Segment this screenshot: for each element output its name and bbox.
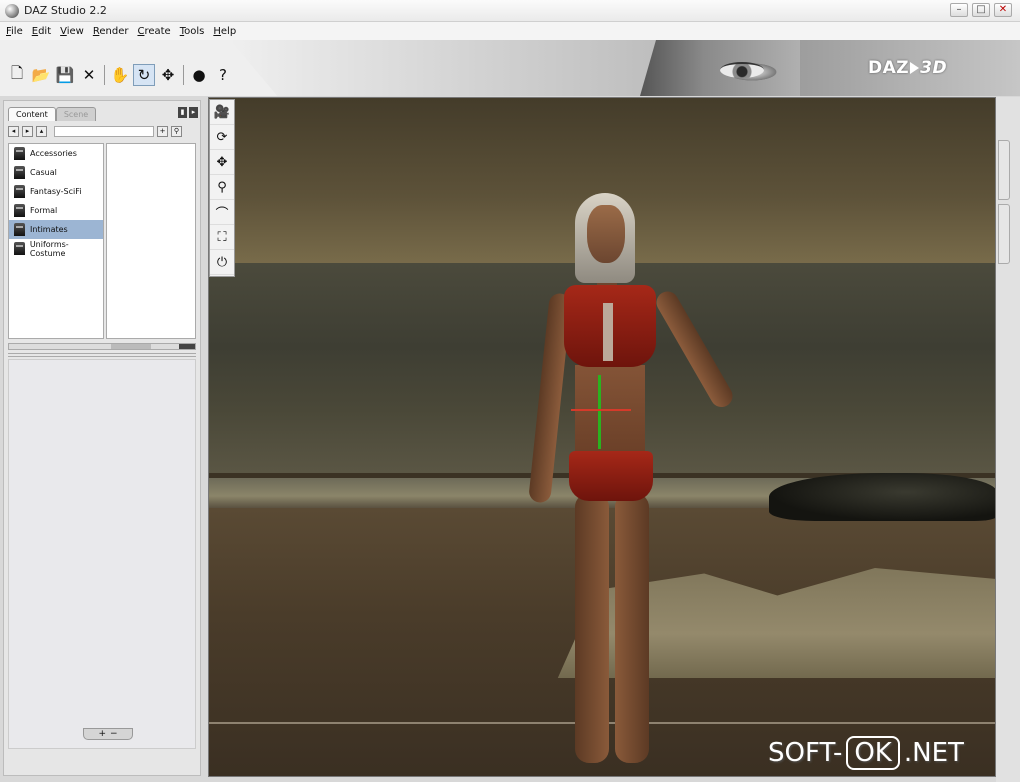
- up-folder-icon[interactable]: ▴: [36, 125, 47, 137]
- camera-icon[interactable]: 🎥: [210, 100, 234, 125]
- back-arrow-icon[interactable]: ◂: [8, 125, 19, 137]
- dolly-icon[interactable]: ⌒: [210, 200, 234, 225]
- figure-left-leg: [575, 493, 609, 763]
- remove-pane-button[interactable]: −: [110, 729, 118, 739]
- folder-icon: [14, 147, 25, 160]
- reset-view-icon[interactable]: ⏻: [210, 250, 234, 275]
- manipulator-x-axis[interactable]: [571, 409, 631, 411]
- menu-render[interactable]: Render: [93, 26, 129, 37]
- search-icon[interactable]: ⚲: [171, 125, 182, 137]
- menu-view[interactable]: View: [60, 26, 84, 37]
- add-icon[interactable]: +: [157, 125, 168, 137]
- orbit-icon[interactable]: ⟳: [210, 125, 234, 150]
- folder-label: Casual: [30, 168, 57, 177]
- banner-eye-image: [720, 62, 764, 78]
- chevron-right-icon[interactable]: ▸: [189, 107, 198, 118]
- folder-icon: [14, 204, 25, 217]
- close-x-icon[interactable]: ✕: [78, 64, 100, 86]
- folder-label: Formal: [30, 206, 58, 215]
- menu-file[interactable]: File: [6, 26, 23, 37]
- folder-label: Uniforms-Costume: [29, 239, 69, 258]
- folder-list: Accessories Casual Fantasy-SciFi Formal Inti…: [8, 143, 104, 339]
- figure-shorts: [569, 451, 653, 501]
- folder-item[interactable]: Fantasy-SciFi: [9, 182, 103, 201]
- main-toolbar: DAZ 3D 🗋 📂 💾 ✕ ✋ ↻ ✥ ●?: [0, 40, 1020, 96]
- toolbar-separator: [104, 65, 105, 85]
- toolbar-separator: [183, 65, 184, 85]
- panel-tabs: Content Scene: [8, 107, 97, 121]
- content-nav-row: ◂ ▸ ▴ + ⚲: [8, 123, 196, 139]
- menu-create[interactable]: Create: [137, 26, 170, 37]
- add-pane-button[interactable]: +: [98, 729, 106, 739]
- folder-item[interactable]: Uniforms-Costume: [9, 239, 103, 258]
- figure-model[interactable]: [528, 193, 737, 776]
- help-icon[interactable]: ?: [212, 64, 234, 86]
- folder-item[interactable]: Formal: [9, 201, 103, 220]
- window-controls: – □ ✕: [950, 3, 1012, 17]
- new-file-icon[interactable]: 🗋: [6, 64, 28, 86]
- manipulator-y-axis[interactable]: [598, 375, 601, 449]
- viewport-toolbar: 🎥 ⟳ ✥ ⚲ ⌒ ⛶ ⏻: [209, 99, 235, 277]
- node-select-icon[interactable]: ✋: [109, 64, 131, 86]
- folder-label: Intimates: [30, 225, 68, 234]
- content-path-field[interactable]: [54, 125, 154, 137]
- scrollbar-thumb[interactable]: [111, 344, 151, 349]
- save-icon[interactable]: 💾: [54, 64, 76, 86]
- forward-arrow-icon[interactable]: ▸: [22, 125, 33, 137]
- 3d-viewport[interactable]: [208, 97, 996, 777]
- menu-tools[interactable]: Tools: [180, 26, 205, 37]
- side-tab-2[interactable]: [998, 204, 1010, 264]
- folder-item[interactable]: Intimates: [9, 220, 103, 239]
- open-folder-icon[interactable]: 📂: [30, 64, 52, 86]
- figure-right-leg: [615, 493, 649, 763]
- folder-icon: [14, 185, 25, 198]
- bottom-tab-buttons: + −: [83, 728, 133, 740]
- tab-arrows: ▮ ▸: [178, 107, 198, 118]
- title-bar: DAZ Studio 2.2 – □ ✕: [0, 0, 1020, 22]
- folder-icon: [14, 242, 25, 255]
- folder-item[interactable]: Accessories: [9, 144, 103, 163]
- horizontal-scrollbar[interactable]: [8, 343, 196, 350]
- pan-icon[interactable]: ✥: [210, 150, 234, 175]
- folder-icon: [14, 166, 25, 179]
- tab-scene[interactable]: Scene: [55, 107, 97, 121]
- app-icon: [5, 3, 19, 18]
- figure-top-stripe: [603, 303, 613, 361]
- file-list: [106, 143, 196, 339]
- menu-bar: File Edit View Render Create Tools Help: [0, 22, 1020, 40]
- right-side-tabs: [998, 140, 1012, 270]
- folder-label: Fantasy-SciFi: [30, 187, 82, 196]
- daz-logo: DAZ 3D: [868, 58, 948, 78]
- figure-face: [587, 205, 625, 263]
- close-button[interactable]: ✕: [994, 3, 1012, 17]
- render-sphere-icon[interactable]: ●: [188, 64, 210, 86]
- window-title: DAZ Studio 2.2: [24, 4, 107, 17]
- scrollbar-arrows[interactable]: [179, 344, 195, 349]
- folder-label: Accessories: [30, 149, 77, 158]
- translate-icon[interactable]: ✥: [157, 64, 179, 86]
- rotate-icon[interactable]: ↻: [133, 64, 155, 86]
- content-preview-area: + −: [8, 359, 196, 749]
- content-panel: Content Scene ▮ ▸ ◂ ▸ ▴ + ⚲ Accessories C…: [3, 100, 201, 776]
- rock: [769, 473, 995, 521]
- tool-row: 🗋 📂 💾 ✕ ✋ ↻ ✥ ●?: [6, 64, 234, 86]
- frame-icon[interactable]: ⛶: [210, 225, 234, 250]
- zoom-icon[interactable]: ⚲: [210, 175, 234, 200]
- watermark: SOFT- OK .NET: [768, 736, 964, 770]
- pin-icon[interactable]: ▮: [178, 107, 187, 118]
- maximize-button[interactable]: □: [972, 3, 990, 17]
- minimize-button[interactable]: –: [950, 3, 968, 17]
- side-tab-1[interactable]: [998, 140, 1010, 200]
- tab-content[interactable]: Content: [8, 107, 56, 121]
- folder-icon: [14, 223, 25, 236]
- menu-help[interactable]: Help: [213, 26, 236, 37]
- folder-item[interactable]: Casual: [9, 163, 103, 182]
- panel-splitter[interactable]: [8, 353, 196, 357]
- menu-edit[interactable]: Edit: [32, 26, 51, 37]
